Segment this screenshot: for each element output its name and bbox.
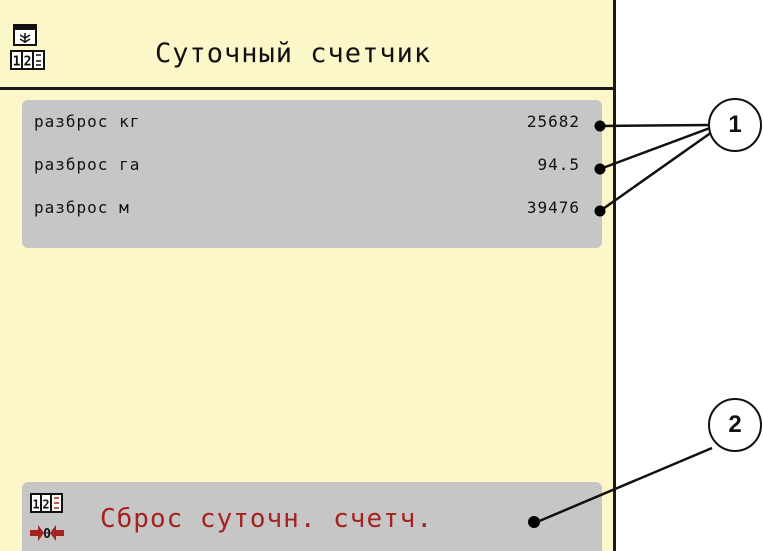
counter-value: 39476 xyxy=(526,198,580,217)
counter-panel: разброс кг 25682 разброс га 94.5 разброс… xyxy=(22,100,602,248)
terminal-screen: 1 2 Суточный счетчик разброс кг 25682 ра… xyxy=(0,0,616,551)
reset-daily-counter-button[interactable]: 1 2 0 Сброс суточн. счетч. xyxy=(22,482,602,551)
icon-digit-2: 2 xyxy=(24,55,32,70)
reset-label: Сброс суточн. счетч. xyxy=(100,504,434,534)
counter-value: 94.5 xyxy=(537,155,580,174)
daily-counter-icon: 1 2 xyxy=(10,24,45,70)
counter-value: 25682 xyxy=(526,112,580,131)
callout-1: 1 xyxy=(708,98,762,152)
counter-label: разброс га xyxy=(34,155,141,174)
page-title: Суточный счетчик xyxy=(155,38,432,69)
callout-2: 2 xyxy=(708,398,762,452)
icon-zero: 0 xyxy=(43,527,51,542)
icon-digit-1: 1 xyxy=(32,498,39,512)
reset-counter-icon: 1 2 0 xyxy=(30,493,64,542)
counter-label: разброс кг xyxy=(34,112,141,131)
arrow-right-icon xyxy=(30,525,44,541)
arrow-left-icon xyxy=(50,525,64,541)
counter-row-ha: разброс га 94.5 xyxy=(22,151,602,181)
callout-anchor-dot xyxy=(528,516,540,528)
header: 1 2 Суточный счетчик xyxy=(0,0,613,90)
counter-row-kg: разброс кг 25682 xyxy=(22,108,602,138)
counter-row-m: разброс м 39476 xyxy=(22,194,602,224)
icon-digit-1: 1 xyxy=(13,55,21,70)
icon-digit-2: 2 xyxy=(42,498,49,512)
counter-label: разброс м xyxy=(34,198,130,217)
